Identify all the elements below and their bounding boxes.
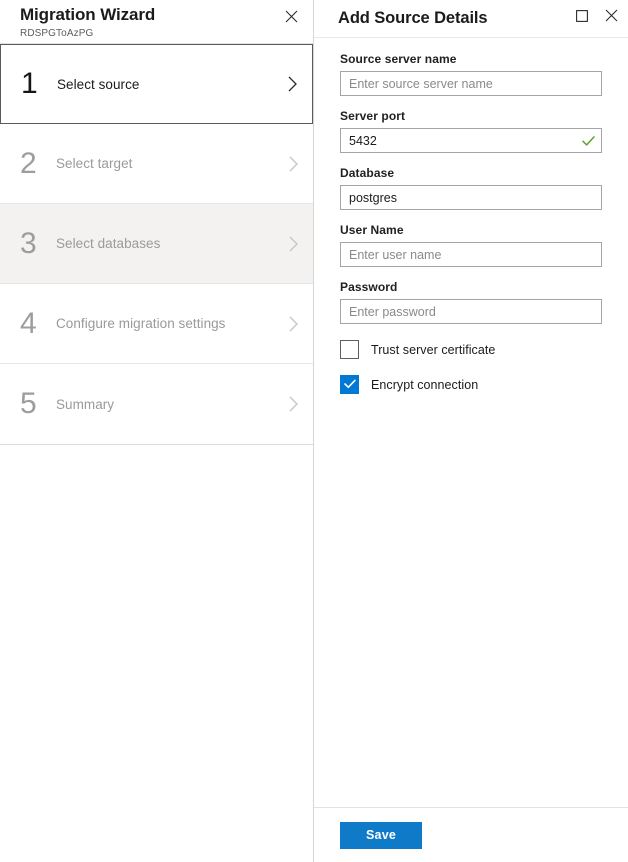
checkbox-label: Encrypt connection — [371, 378, 478, 392]
wizard-header: Migration Wizard RDSPGToAzPG — [0, 0, 313, 44]
checkbox-label: Trust server certificate — [371, 343, 495, 357]
input-wrapper — [340, 299, 602, 324]
step-number: 4 — [20, 309, 56, 339]
dialog-header: Add Source Details — [314, 0, 628, 38]
step-number: 2 — [20, 149, 56, 179]
sidebar-item-select-databases[interactable]: 3 Select databases — [0, 204, 313, 284]
input-wrapper — [340, 242, 602, 267]
dialog-footer: Save — [314, 807, 628, 862]
close-icon — [285, 10, 298, 26]
chevron-right-icon — [273, 396, 313, 412]
source-details-form: Source server name Server port Da — [314, 38, 628, 807]
close-icon — [605, 9, 618, 25]
wizard-close-button[interactable] — [277, 4, 305, 32]
source-server-name-input[interactable] — [340, 71, 602, 96]
step-label: Select databases — [56, 236, 273, 251]
checkbox-trust-server-certificate[interactable]: Trust server certificate — [340, 340, 602, 359]
field-label: Server port — [340, 109, 602, 123]
field-source-server-name: Source server name — [340, 52, 602, 96]
field-password: Password — [340, 280, 602, 324]
input-wrapper — [340, 185, 602, 210]
input-wrapper — [340, 128, 602, 153]
field-label: Password — [340, 280, 602, 294]
sidebar-item-configure-migration-settings[interactable]: 4 Configure migration settings — [0, 284, 313, 364]
wizard-panel: Migration Wizard RDSPGToAzPG 1 Select so… — [0, 0, 314, 862]
migration-wizard-window: Migration Wizard RDSPGToAzPG 1 Select so… — [0, 0, 628, 862]
step-label: Summary — [56, 397, 273, 412]
page-subtitle: RDSPGToAzPG — [20, 27, 313, 40]
page-title: Migration Wizard — [20, 4, 313, 26]
field-user-name: User Name — [340, 223, 602, 267]
sidebar-item-summary[interactable]: 5 Summary — [0, 364, 313, 444]
dialog-title: Add Source Details — [338, 9, 488, 28]
database-input[interactable] — [340, 185, 602, 210]
server-port-input[interactable] — [340, 128, 602, 153]
step-number: 3 — [20, 229, 56, 259]
step-label: Configure migration settings — [56, 316, 273, 331]
checkbox-box[interactable] — [340, 375, 359, 394]
save-button[interactable]: Save — [340, 822, 422, 849]
step-label: Select target — [56, 156, 273, 171]
password-input[interactable] — [340, 299, 602, 324]
chevron-right-icon — [273, 156, 313, 172]
add-source-details-dialog: Add Source Details Source server name — [314, 0, 628, 862]
field-database: Database — [340, 166, 602, 210]
field-server-port: Server port — [340, 109, 602, 153]
sidebar-item-select-source[interactable]: 1 Select source — [0, 44, 313, 124]
step-number: 5 — [20, 389, 56, 419]
field-label: Database — [340, 166, 602, 180]
step-number: 1 — [21, 69, 57, 99]
dialog-close-button[interactable] — [597, 3, 625, 31]
checkbox-box[interactable] — [340, 340, 359, 359]
field-label: Source server name — [340, 52, 602, 66]
checkmark-icon — [344, 376, 356, 394]
maximize-icon — [576, 10, 588, 25]
input-wrapper — [340, 71, 602, 96]
chevron-right-icon — [273, 236, 313, 252]
dialog-maximize-button[interactable] — [568, 3, 596, 31]
sidebar-item-select-target[interactable]: 2 Select target — [0, 124, 313, 204]
step-label: Select source — [57, 77, 272, 92]
user-name-input[interactable] — [340, 242, 602, 267]
checkbox-encrypt-connection[interactable]: Encrypt connection — [340, 375, 602, 394]
chevron-right-icon — [272, 76, 312, 92]
wizard-steps-list: 1 Select source 2 Select target — [0, 44, 313, 445]
chevron-right-icon — [273, 316, 313, 332]
field-label: User Name — [340, 223, 602, 237]
